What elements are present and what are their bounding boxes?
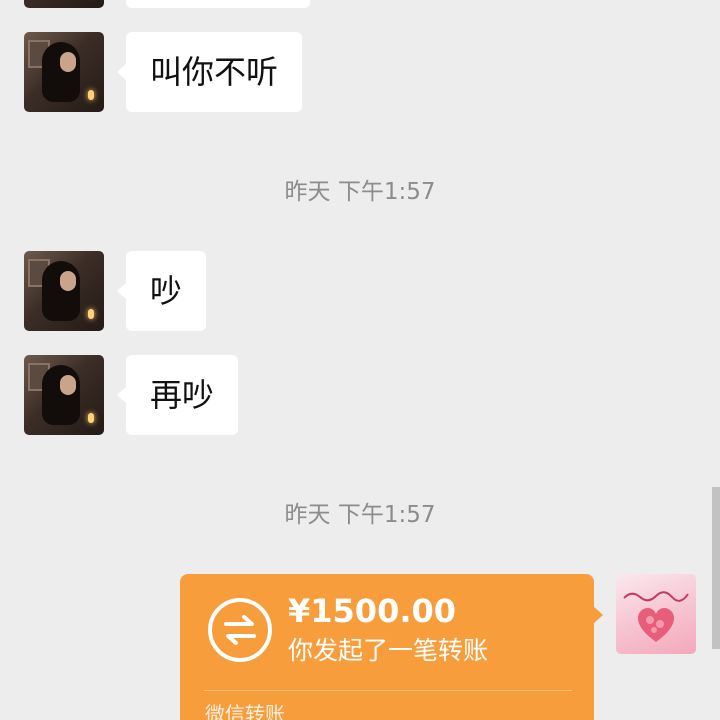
transfer-arrows-icon [208,598,272,662]
message-bubble[interactable]: 再吵 [116,355,239,435]
contact-avatar[interactable] [24,251,104,331]
transfer-amount: ¥1500.00 [288,592,457,630]
scrollbar[interactable] [712,487,720,649]
message-text: 叫你不听 [150,53,279,91]
timestamp: 昨天 下午1:57 [284,502,436,528]
heart-icon [638,608,674,642]
message-text: 吵 [150,272,183,310]
transfer-card[interactable]: ¥1500.00 你发起了一笔转账 微信转账 [180,574,603,720]
transfer-footer: 微信转账 [205,702,285,720]
contact-avatar[interactable] [24,355,104,435]
user-avatar[interactable] [616,574,696,654]
message-bubble-partial[interactable] [126,0,310,8]
chat-area: 叫你不听 昨天 下午1:57 吵 再吵 昨天 下午1:57 ¥1500.00 你… [0,0,720,720]
avatar-decoration [623,591,689,602]
timestamp: 昨天 下午1:57 [284,179,436,205]
divider [204,690,572,691]
contact-avatar[interactable] [24,32,104,112]
message-text: 再吵 [150,376,215,414]
message-bubble[interactable]: 叫你不听 [116,32,303,112]
message-bubble[interactable]: 吵 [116,251,207,331]
transfer-description: 你发起了一笔转账 [288,636,489,665]
contact-avatar[interactable] [24,0,104,8]
